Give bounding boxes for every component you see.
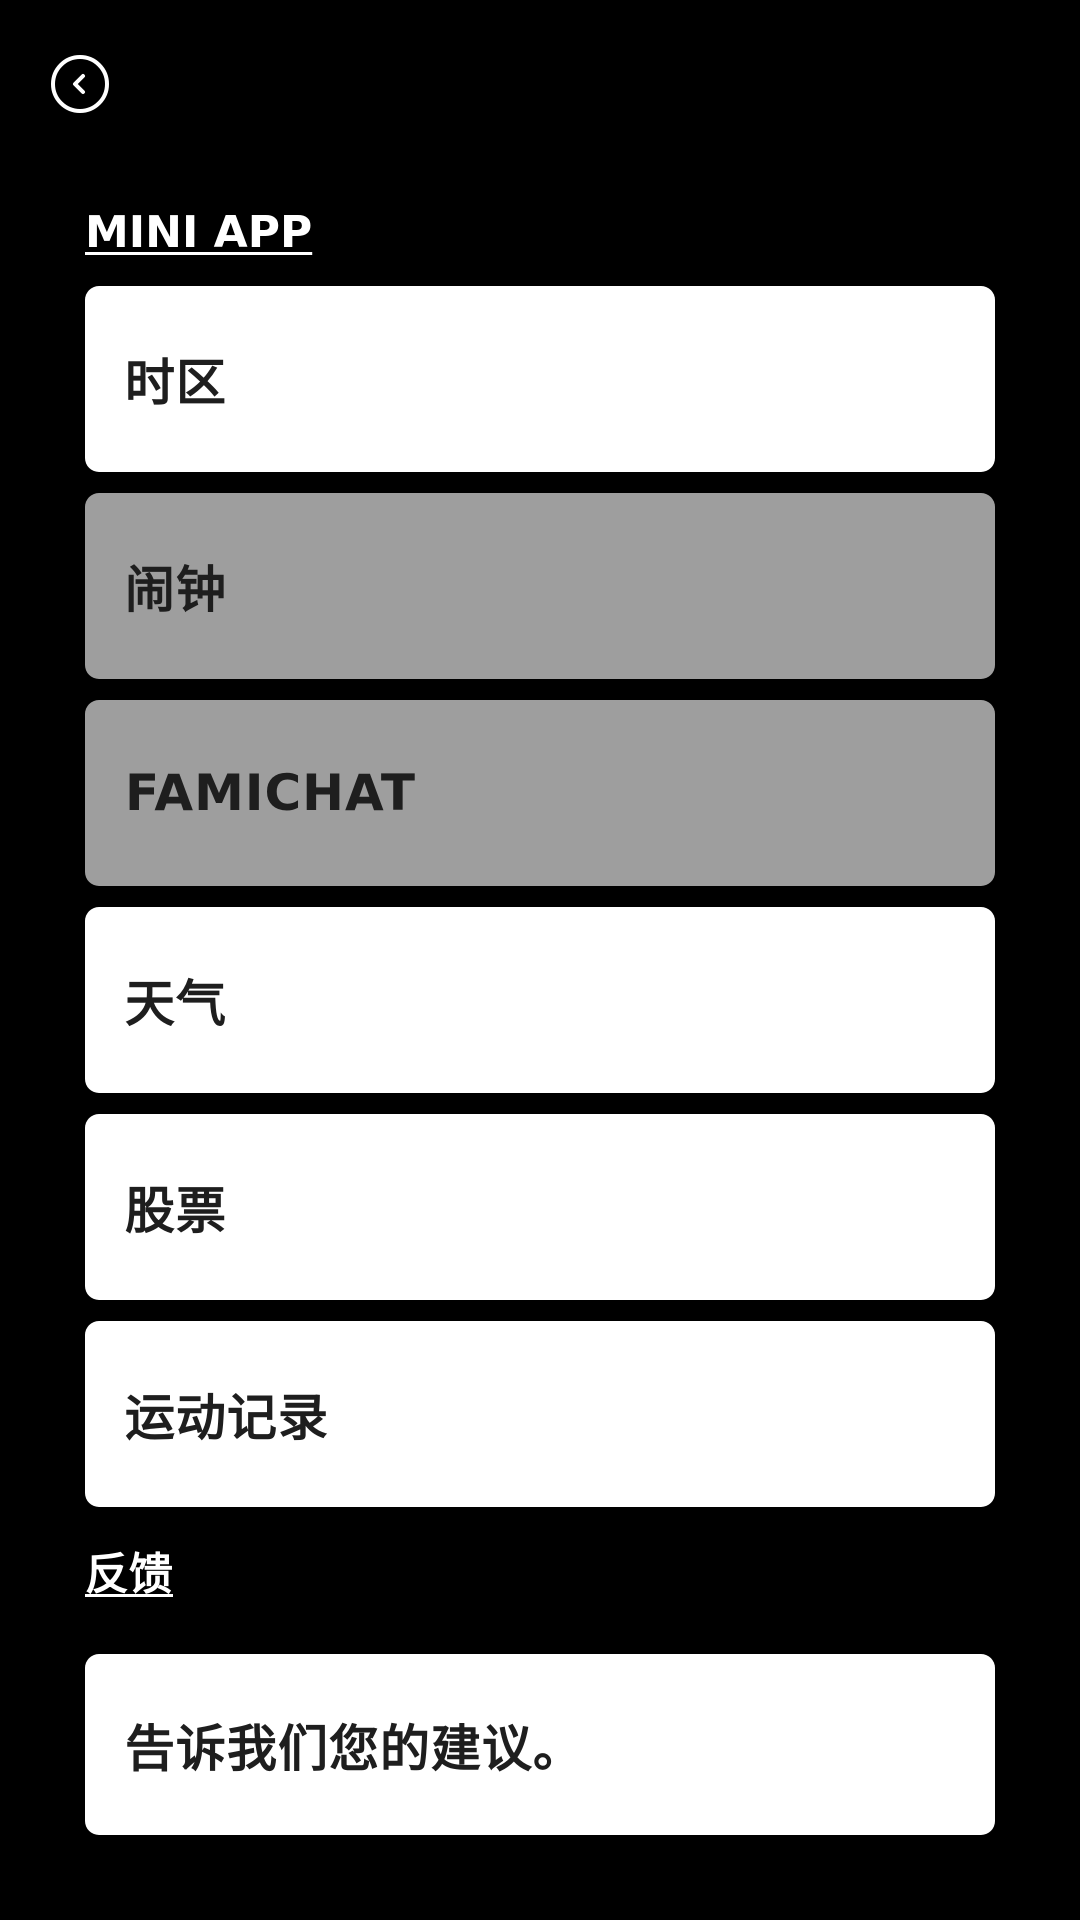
mini-app-item-exercise-log[interactable]: 运动记录 xyxy=(85,1321,995,1507)
feedback-prompt: 告诉我们您的建议。 xyxy=(125,1719,584,1778)
back-button[interactable] xyxy=(51,55,109,113)
mini-app-item-stocks[interactable]: 股票 xyxy=(85,1114,995,1300)
mini-app-item-timezone[interactable]: 时区 xyxy=(85,286,995,472)
mini-app-section-title: MINI APP xyxy=(85,207,313,258)
mini-app-item-label: FAMICHAT xyxy=(125,764,416,822)
mini-app-item-label: 闹钟 xyxy=(125,561,227,619)
mini-app-item-alarm[interactable]: 闹钟 xyxy=(85,493,995,679)
feedback-section-title: 反馈 xyxy=(85,1549,173,1600)
mini-app-item-label: 股票 xyxy=(125,1182,227,1240)
mini-app-list: 时区 闹钟 FAMICHAT 天气 股票 运动记录 xyxy=(85,286,995,1507)
mini-app-item-famichat[interactable]: FAMICHAT xyxy=(85,700,995,886)
feedback-input[interactable]: 告诉我们您的建议。 xyxy=(85,1654,995,1835)
chevron-left-icon xyxy=(73,74,85,94)
mini-app-item-label: 时区 xyxy=(125,354,227,412)
mini-app-item-weather[interactable]: 天气 xyxy=(85,907,995,1093)
mini-app-item-label: 天气 xyxy=(125,975,227,1033)
mini-app-item-label: 运动记录 xyxy=(125,1389,329,1447)
